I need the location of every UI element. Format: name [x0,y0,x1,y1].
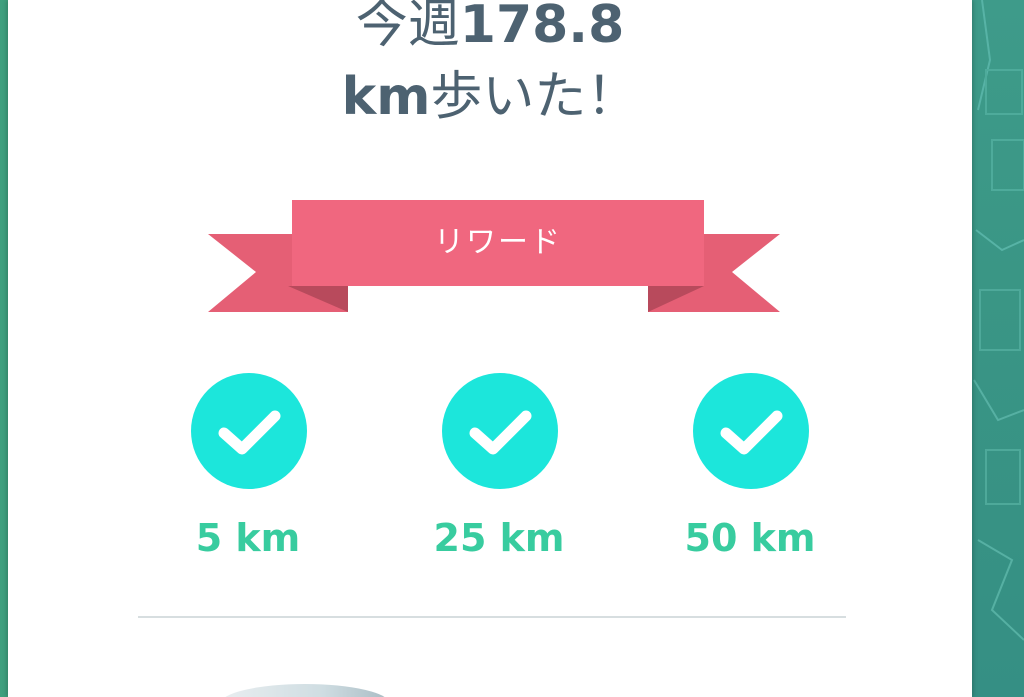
milestone-label: 5 km [195,516,301,560]
headline-distance-value: 178.8 [459,0,625,55]
checkmark-icon [469,410,532,455]
section-divider [138,616,846,618]
milestone-complete-badge [191,373,307,489]
headline-prefix: 今週 [355,0,460,55]
checkmark-icon [720,410,783,455]
map-background-right [972,0,1024,697]
map-background-left [0,0,8,697]
milestone-25km: 25 km [429,373,569,573]
ribbon-label: リワード [434,225,562,260]
milestone-50km: 50 km [680,373,820,573]
next-section-item-preview [220,684,390,697]
headline-distance-unit: km [341,67,431,127]
milestone-label: 50 km [684,516,816,560]
headline-line-2: km歩いた！ [8,62,972,132]
headline-line-1: 今週178.8 [8,0,972,60]
checkmark-icon [218,410,281,455]
reward-ribbon: リワード [208,200,788,314]
map-roads-graphic [973,0,1024,641]
weekly-summary-card: 今週178.8 km歩いた！ リワード 5 km 25 km 50 km [8,0,972,697]
screen: 今週178.8 km歩いた！ リワード 5 km 25 km 50 km [0,0,1024,697]
headline-suffix: 歩いた！ [430,67,639,127]
milestone-complete-badge [442,373,558,489]
milestone-complete-badge [693,373,809,489]
milestone-5km: 5 km [178,373,318,573]
milestone-label: 25 km [433,516,565,560]
